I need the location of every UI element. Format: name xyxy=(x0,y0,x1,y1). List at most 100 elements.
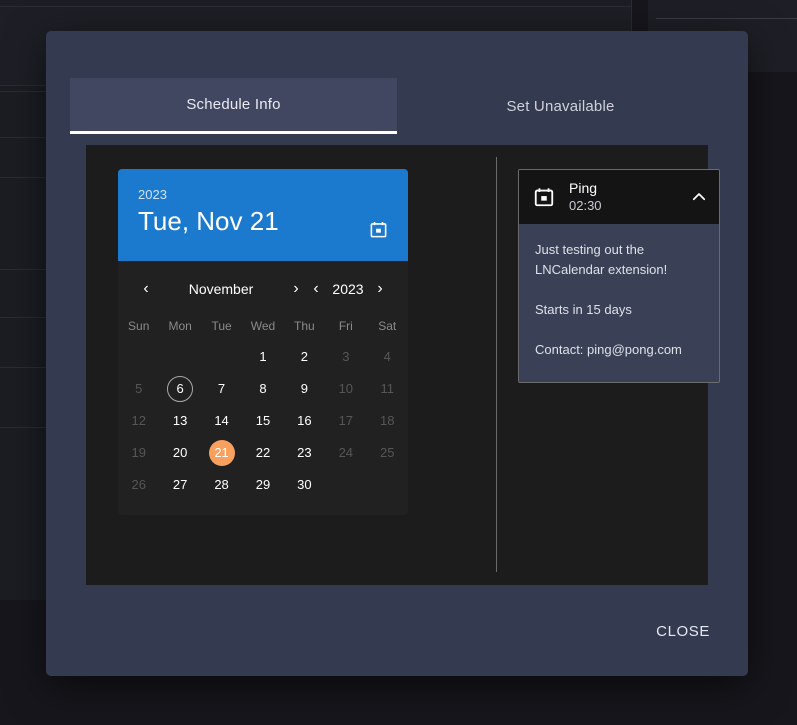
calendar-week-row: 5 6 7 8 9 10 11 xyxy=(118,373,408,405)
calendar-cell: 25 xyxy=(367,437,408,469)
calendar-grid: Sun Mon Tue Wed Thu Fri Sat 1 2 3 4 5 6 7 8 9 10 11 12 13 1… xyxy=(118,311,408,501)
modal-tabs: Schedule Info Set Unavailable xyxy=(70,78,724,134)
calendar-cell: 19 xyxy=(118,437,159,469)
chevron-left-icon-year[interactable]: ‹ xyxy=(306,281,326,297)
current-year-label: 2023 xyxy=(332,281,364,297)
calendar-cell: 17 xyxy=(325,405,366,437)
calendar-day-21[interactable]: 21 xyxy=(208,440,235,466)
calendar-day-25: 25 xyxy=(380,445,395,460)
calendar-day-26: 26 xyxy=(131,477,146,492)
tab-set-unavailable[interactable]: Set Unavailable xyxy=(397,78,724,134)
modal-content: 2023 Tue, Nov 21 ‹ November › ‹ 2023 › S… xyxy=(86,145,720,585)
calendar-cell: 8 xyxy=(242,373,283,405)
calendar-day-30[interactable]: 30 xyxy=(291,472,317,498)
calendar-day-2[interactable]: 2 xyxy=(291,344,317,370)
calendar-cell xyxy=(159,341,200,373)
calendar-weekday: Fri xyxy=(338,319,353,333)
calendar-cell: 11 xyxy=(367,373,408,405)
calendar-weekday: Thu xyxy=(294,319,315,333)
calendar-cell: 20 xyxy=(159,437,200,469)
calendar-cell: 29 xyxy=(242,469,283,501)
calendar-cell: 14 xyxy=(201,405,242,437)
calendar-weekday-header: Sun Mon Tue Wed Thu Fri Sat xyxy=(118,311,408,341)
calendar-day-20[interactable]: 20 xyxy=(167,440,193,466)
calendar-icon xyxy=(533,186,555,208)
event-contact: Contact: ping@pong.com xyxy=(535,342,682,358)
calendar-cell: 21 xyxy=(201,437,242,469)
calendar-day-1[interactable]: 1 xyxy=(250,344,276,370)
calendar-cell: 24 xyxy=(325,437,366,469)
event-time: 02:30 xyxy=(569,197,602,213)
calendar-cell: 6 xyxy=(159,373,200,405)
calendar-day-8[interactable]: 8 xyxy=(250,376,276,402)
schedule-modal: Schedule Info Set Unavailable 2023 Tue, … xyxy=(46,31,748,676)
calendar-cell: 16 xyxy=(284,405,325,437)
calendar-day-19: 19 xyxy=(131,445,146,460)
event-card-header[interactable]: Ping 02:30 xyxy=(519,170,719,225)
event-card: Ping 02:30 Just testing out the LNCalend… xyxy=(518,169,720,384)
calendar-cell: 4 xyxy=(367,341,408,373)
calendar-day-29[interactable]: 29 xyxy=(250,472,276,498)
calendar-day-9[interactable]: 9 xyxy=(291,376,317,402)
calendar-day-4: 4 xyxy=(383,349,391,364)
calendar-weekday: Mon xyxy=(168,319,192,333)
calendar-cell: 27 xyxy=(159,469,200,501)
calendar-day-empty xyxy=(333,472,359,498)
calendar-day-empty xyxy=(374,472,400,498)
calendar-cell: 5 xyxy=(118,373,159,405)
calendar-cell xyxy=(325,469,366,501)
calendar-day-13[interactable]: 13 xyxy=(167,408,193,434)
background-right-divider xyxy=(656,18,797,19)
calendar-cell: 3 xyxy=(325,341,366,373)
calendar-day-empty xyxy=(209,344,235,370)
calendar-day-5: 5 xyxy=(135,381,143,396)
calendar-icon xyxy=(369,220,388,239)
content-divider xyxy=(496,157,497,572)
calendar-cell xyxy=(201,341,242,373)
calendar-day-17: 17 xyxy=(338,413,354,428)
event-start-info: Starts in 15 days xyxy=(535,302,632,318)
calendar-day-6[interactable]: 6 xyxy=(167,376,194,402)
calendar-day-22[interactable]: 22 xyxy=(250,440,276,466)
event-title: Ping xyxy=(569,180,598,196)
calendar-week-row: 12 13 14 15 16 17 18 xyxy=(118,405,408,437)
calendar-cell: 7 xyxy=(201,373,242,405)
calendar-day-23[interactable]: 23 xyxy=(291,440,317,466)
calendar-day-15[interactable]: 15 xyxy=(250,408,276,434)
chevron-up-icon[interactable] xyxy=(689,188,709,206)
chevron-left-icon[interactable]: ‹ xyxy=(136,281,156,297)
calendar-cell: 12 xyxy=(118,405,159,437)
chevron-right-icon-year[interactable]: › xyxy=(370,281,390,297)
calendar-cell: 13 xyxy=(159,405,200,437)
event-card-body: Just testing out the LNCalendar extensio… xyxy=(519,224,719,383)
calendar-day-18: 18 xyxy=(380,413,395,428)
calendar-day-7[interactable]: 7 xyxy=(209,376,235,402)
date-picker-header: 2023 Tue, Nov 21 xyxy=(118,169,408,261)
calendar-day-12: 12 xyxy=(131,413,146,428)
calendar-day-empty xyxy=(126,344,152,370)
close-button[interactable]: CLOSE xyxy=(646,615,720,648)
tab-schedule-info[interactable]: Schedule Info xyxy=(70,78,397,134)
current-month-label: November xyxy=(188,281,254,297)
calendar-day-14[interactable]: 14 xyxy=(209,408,235,434)
chevron-right-icon[interactable]: › xyxy=(286,281,306,297)
calendar-week-row: 26 27 28 29 30 xyxy=(118,469,408,501)
calendar-navigation: ‹ November › ‹ 2023 › xyxy=(118,267,408,311)
calendar-day-27[interactable]: 27 xyxy=(167,472,193,498)
calendar-week-row: 12 3 4 xyxy=(118,341,408,373)
calendar-cell xyxy=(118,341,159,373)
event-description: Just testing out the LNCalendar extensio… xyxy=(535,242,668,278)
event-card-text: Ping 02:30 xyxy=(569,180,675,214)
calendar-day-empty xyxy=(167,344,193,370)
calendar-day-28[interactable]: 28 xyxy=(209,472,235,498)
calendar-cell: 1 xyxy=(242,341,283,373)
calendar-day-16[interactable]: 16 xyxy=(291,408,317,434)
calendar-day-3: 3 xyxy=(342,349,350,364)
calendar-cell: 9 xyxy=(284,373,325,405)
calendar-cell: 2 xyxy=(284,341,325,373)
selected-year: 2023 xyxy=(138,187,167,202)
calendar-cell: 28 xyxy=(201,469,242,501)
calendar-weekday: Sat xyxy=(378,319,397,333)
calendar-cell: 30 xyxy=(284,469,325,501)
calendar-cell: 26 xyxy=(118,469,159,501)
